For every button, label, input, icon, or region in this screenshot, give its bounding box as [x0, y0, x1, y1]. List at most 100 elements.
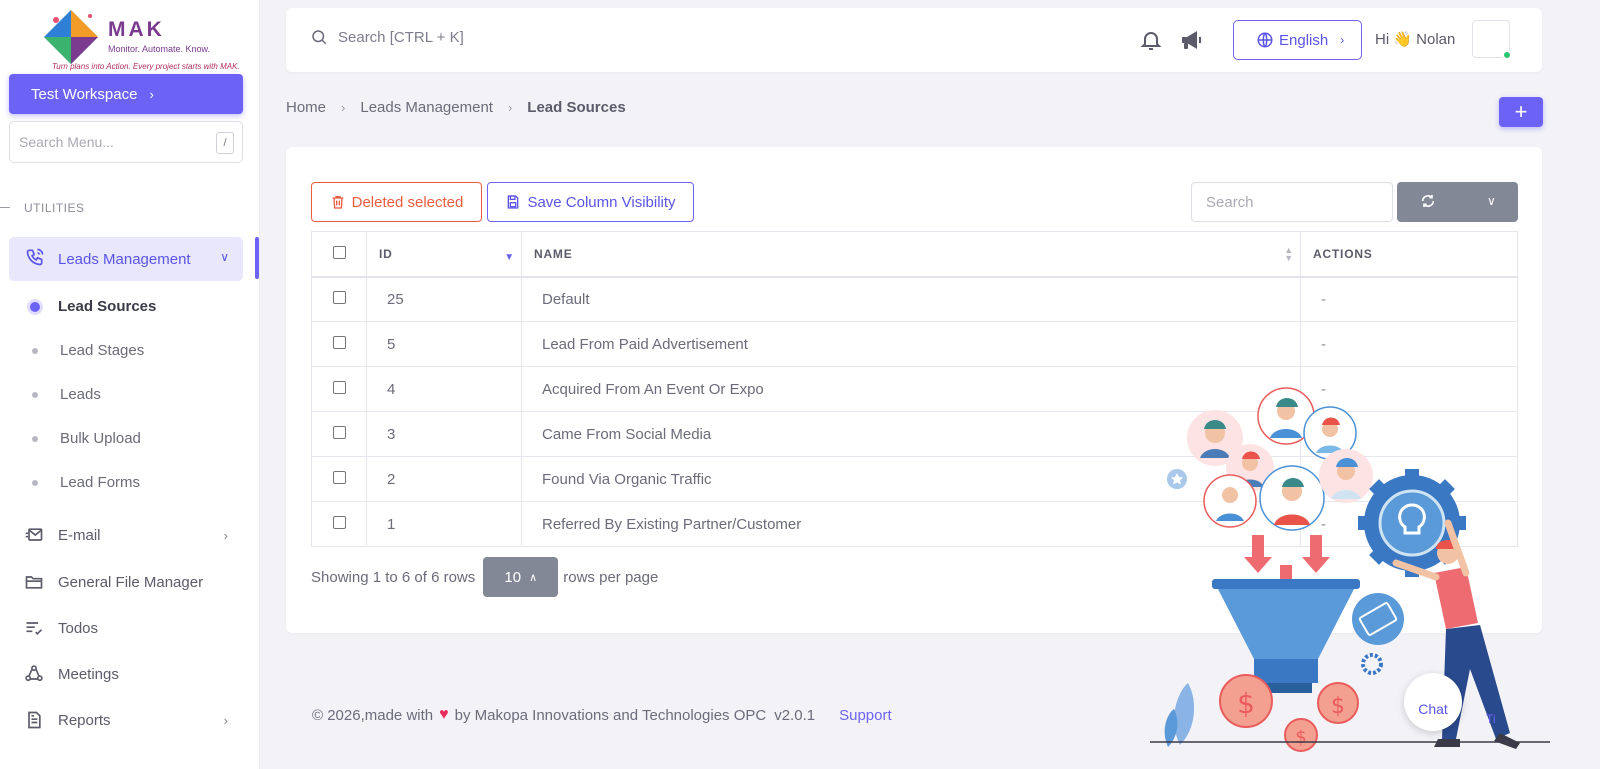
- workspace-label: Test Workspace: [31, 85, 138, 103]
- shortcut-key: /: [216, 132, 234, 154]
- sidebar-item-email[interactable]: E-mail ›: [24, 525, 238, 545]
- chevron-down-icon: ∨: [220, 250, 229, 264]
- row-checkbox[interactable]: [332, 425, 346, 439]
- phone-call-icon: [25, 247, 47, 271]
- column-header-name[interactable]: NAME ▲ ▼: [521, 231, 1301, 278]
- logo[interactable]: MAK Monitor. Automate. Know. Turn plans …: [40, 6, 240, 74]
- cell-name: Default: [521, 276, 1301, 322]
- row-select-cell: [311, 501, 367, 547]
- menu-search-input[interactable]: Search Menu... /: [9, 121, 243, 163]
- megaphone-icon[interactable]: [1179, 28, 1205, 55]
- footer-version: v2.0.1: [774, 706, 816, 724]
- chevron-right-icon: ›: [341, 100, 346, 115]
- select-all-checkbox[interactable]: [332, 245, 346, 259]
- sidebar-subitem-label: Bulk Upload: [60, 430, 141, 447]
- folder-icon: [24, 572, 46, 592]
- footer: © 2026,made with ♥ by Makopa Innovations…: [312, 706, 892, 724]
- bullet-icon: [30, 301, 40, 312]
- breadcrumb: Home › Leads Management › Lead Sources: [286, 99, 626, 116]
- cell-id: 4: [366, 366, 522, 412]
- section-divider: [0, 207, 10, 208]
- sidebar-subitem-lead-forms[interactable]: Lead Forms: [30, 474, 140, 491]
- breadcrumb-leads-management[interactable]: Leads Management: [360, 99, 493, 116]
- refresh-dropdown-button[interactable]: ∨: [1397, 182, 1518, 222]
- bullet-icon: [32, 435, 38, 442]
- sidebar-item-meetings[interactable]: Meetings: [24, 664, 238, 684]
- sidebar-item-label: Reports: [58, 711, 111, 729]
- sidebar-item-label: E-mail: [58, 526, 101, 544]
- column-header-actions: ACTIONS: [1300, 231, 1518, 278]
- sidebar-item-general-file-manager[interactable]: General File Manager: [24, 572, 238, 592]
- footer-copyright: © 2026,made with: [312, 706, 434, 724]
- user-greeting: Hi 👋 Nolan: [1375, 31, 1456, 48]
- bullet-icon: [32, 479, 38, 486]
- row-checkbox[interactable]: [332, 335, 346, 349]
- corner-broken-image-label: Ti: [1486, 712, 1496, 726]
- column-header-label: NAME: [534, 246, 573, 261]
- add-button[interactable]: +: [1499, 97, 1543, 127]
- row-checkbox[interactable]: [332, 470, 346, 484]
- sidebar-subitem-bulk-upload[interactable]: Bulk Upload: [30, 430, 141, 447]
- select-all-cell: [311, 231, 367, 278]
- svg-text:$: $: [1331, 694, 1345, 719]
- language-button[interactable]: English ›: [1233, 20, 1362, 60]
- table-row: 5 Lead From Paid Advertisement -: [311, 321, 1518, 367]
- workspace-button[interactable]: Test Workspace ›: [9, 74, 243, 114]
- page-size-select[interactable]: 10 ∧: [483, 557, 559, 597]
- breadcrumb-home[interactable]: Home: [286, 99, 326, 116]
- mail-send-icon: [24, 525, 46, 545]
- avatar[interactable]: [1472, 20, 1512, 60]
- save-column-visibility-button[interactable]: Save Column Visibility: [487, 182, 694, 222]
- global-search-placeholder: Search [CTRL + K]: [338, 28, 464, 46]
- sidebar-item-leads-management[interactable]: Leads Management ∨: [9, 237, 243, 281]
- sidebar-subitem-lead-stages[interactable]: Lead Stages: [30, 342, 144, 359]
- logo-title: MAK: [108, 18, 165, 41]
- online-status-icon: [1502, 50, 1512, 60]
- sort-desc-icon: ▼: [504, 252, 515, 263]
- sidebar-item-label: General File Manager: [58, 573, 204, 591]
- table-header-row: ID ▼ NAME ▲ ▼ ACTIONS: [311, 231, 1518, 278]
- table-row: 25 Default -: [311, 276, 1518, 322]
- delete-selected-button[interactable]: Deleted selected: [311, 182, 482, 222]
- cell-name: Lead From Paid Advertisement: [521, 321, 1301, 367]
- cell-id: 1: [366, 501, 522, 547]
- sidebar-item-label: Todos: [58, 619, 99, 637]
- trash-icon: [332, 196, 343, 209]
- globe-icon: [1257, 32, 1273, 48]
- table-search-input[interactable]: [1191, 182, 1393, 222]
- cell-actions: -: [1300, 276, 1518, 322]
- bell-icon[interactable]: [1139, 28, 1163, 55]
- row-checkbox[interactable]: [332, 290, 346, 304]
- svg-text:$: $: [1237, 687, 1255, 720]
- sidebar-item-todos[interactable]: Todos: [24, 618, 238, 638]
- sidebar-item-label: Leads Management: [58, 250, 191, 268]
- chat-button[interactable]: Chat: [1404, 673, 1462, 731]
- row-select-cell: [311, 321, 367, 367]
- checklist-icon: [24, 618, 46, 638]
- row-select-cell: [311, 366, 367, 412]
- sidebar-item-label: Meetings: [58, 665, 119, 683]
- support-link[interactable]: Support: [839, 707, 892, 724]
- page-size-value: 10: [504, 568, 522, 586]
- sidebar-subitem-label: Lead Forms: [60, 474, 141, 491]
- row-checkbox[interactable]: [332, 515, 346, 529]
- pagination: Showing 1 to 6 of 6 rows 10 ∧ rows per p…: [311, 557, 658, 597]
- footer-company: by Makopa Innovations and Technologies O…: [454, 706, 767, 724]
- cell-id: 2: [366, 456, 522, 502]
- chevron-down-icon: ∨: [1487, 194, 1496, 208]
- sidebar: MAK Monitor. Automate. Know. Turn plans …: [0, 0, 260, 769]
- sidebar-subitem-leads[interactable]: Leads: [30, 386, 101, 403]
- sidebar-subitem-lead-sources[interactable]: Lead Sources: [30, 298, 156, 315]
- logo-mark-icon: [44, 10, 98, 64]
- global-search[interactable]: Search [CTRL + K]: [310, 28, 464, 46]
- report-file-icon: [24, 710, 46, 730]
- chevron-up-icon: ∧: [529, 571, 538, 584]
- chevron-right-icon: ›: [149, 86, 154, 102]
- column-header-id[interactable]: ID ▼: [366, 231, 522, 278]
- meeting-icon: [24, 664, 46, 684]
- row-checkbox[interactable]: [332, 380, 346, 394]
- sidebar-item-reports[interactable]: Reports ›: [24, 710, 238, 730]
- row-select-cell: [311, 411, 367, 457]
- search-icon: [312, 30, 327, 45]
- sort-both-icon: ▲ ▼: [1284, 245, 1294, 263]
